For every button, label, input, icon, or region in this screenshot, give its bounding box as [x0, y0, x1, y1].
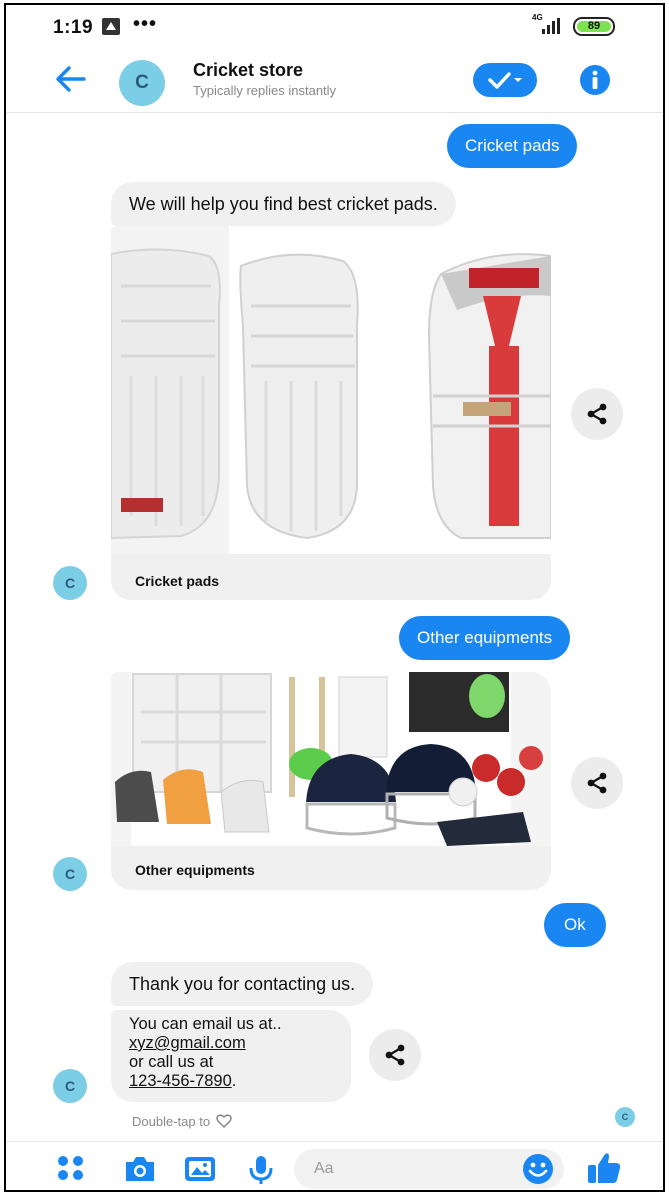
header-divider — [6, 112, 663, 113]
outgoing-message[interactable]: Cricket pads — [447, 124, 578, 168]
product-card[interactable]: Other equipments — [111, 672, 551, 890]
mark-done-button[interactable] — [473, 63, 537, 97]
card-caption: Other equipments — [135, 862, 255, 878]
message-line: You can email us at.. — [129, 1015, 282, 1033]
card-caption: Cricket pads — [135, 573, 220, 589]
incoming-message[interactable]: Thank you for contacting us. — [111, 962, 374, 1006]
outgoing-message[interactable]: Other equipments — [399, 616, 571, 660]
message-composer[interactable] — [294, 1149, 564, 1189]
checkmark-icon — [488, 72, 522, 89]
emoji-icon[interactable] — [522, 1153, 554, 1190]
sender-avatar[interactable]: C — [53, 857, 87, 891]
product-card[interactable]: Cricket pads — [111, 226, 551, 600]
thumbs-up-icon[interactable] — [586, 1151, 622, 1190]
status-time: 1:19 — [53, 17, 94, 38]
outgoing-message[interactable]: Ok — [544, 903, 606, 947]
cricket-equipment-image — [111, 672, 551, 846]
share-icon[interactable] — [369, 1029, 421, 1081]
battery-icon: 89 — [573, 17, 615, 36]
message-line: or call us at — [129, 1053, 214, 1071]
store-avatar[interactable]: C — [119, 60, 165, 106]
phone-screen: 1:19 ••• 4G 89 C Cricket store Typically… — [4, 3, 665, 1192]
camera-icon[interactable] — [123, 1155, 157, 1188]
info-icon[interactable] — [579, 64, 611, 96]
double-tap-text: Double-tap to — [132, 1114, 211, 1129]
signal-icon: 4G — [532, 14, 568, 36]
share-icon[interactable] — [571, 388, 623, 440]
message-punctuation: . — [231, 1072, 237, 1090]
microphone-icon[interactable] — [247, 1155, 275, 1190]
status-bar: 1:19 ••• 4G 89 — [6, 5, 663, 45]
incoming-message[interactable]: We will help you find best cricket pads. — [111, 182, 456, 226]
incoming-message[interactable]: You can email us at.. xyz@gmail.com or c… — [111, 1010, 351, 1102]
message-input[interactable] — [314, 1149, 514, 1189]
chat-title[interactable]: Cricket store — [193, 60, 303, 81]
phone-link[interactable]: 123-456-7890 — [129, 1072, 232, 1090]
seen-receipt-avatar: C — [615, 1107, 635, 1127]
more-actions-icon[interactable] — [56, 1155, 86, 1186]
composer-bar — [6, 1141, 663, 1190]
heart-icon — [215, 1114, 232, 1129]
chat-header: C Cricket store Typically replies instan… — [6, 45, 663, 113]
gallery-icon[interactable] — [183, 1155, 217, 1188]
sender-avatar[interactable]: C — [53, 566, 87, 600]
sender-avatar[interactable]: C — [53, 1069, 87, 1103]
battery-level: 89 — [587, 20, 601, 32]
more-notifications-icon: ••• — [133, 13, 158, 35]
back-arrow-icon[interactable] — [50, 59, 90, 99]
upload-notification-icon — [102, 18, 120, 35]
chat-subtitle: Typically replies instantly — [193, 83, 337, 98]
email-link[interactable]: xyz@gmail.com — [129, 1034, 246, 1052]
double-tap-hint: Double-tap to — [132, 1114, 232, 1129]
share-icon[interactable] — [571, 757, 623, 809]
cricket-pads-image — [111, 226, 551, 554]
